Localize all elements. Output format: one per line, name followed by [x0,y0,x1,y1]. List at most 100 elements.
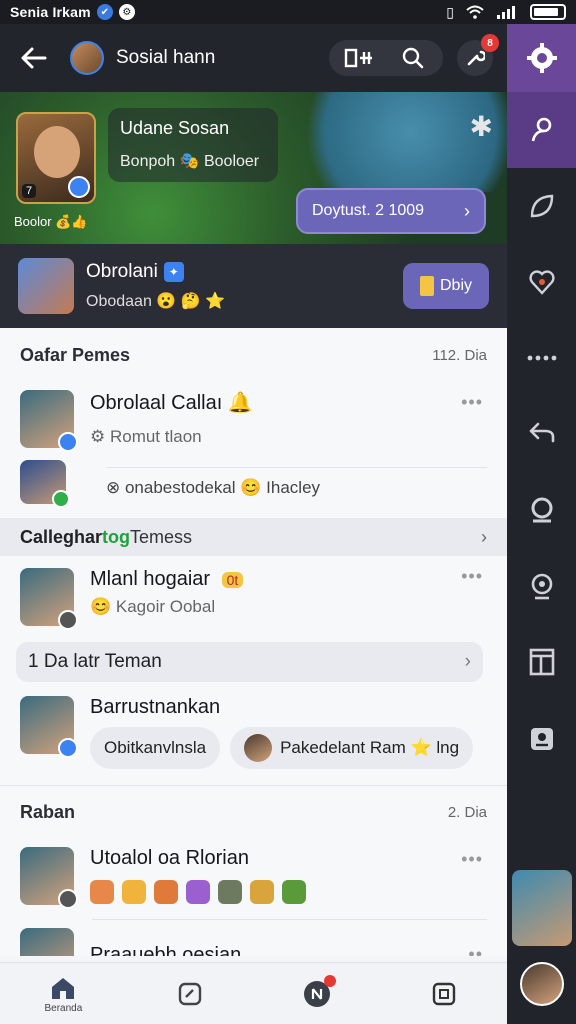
hero-card-title: Udane Sosan [120,118,230,138]
page-title: Sosial hann [116,47,216,68]
rail-leaf[interactable] [507,168,576,244]
list-item-body: Obrolaal Callaı 🔔 ⚙ Romut tlaon [90,390,487,447]
avatar [244,734,273,762]
avatar [20,568,78,630]
more-options-icon[interactable]: ••• [461,392,483,413]
avatar [20,696,78,758]
more-options-icon[interactable]: ••• [461,566,483,587]
hero-banner[interactable]: 7 Udane Sosan Bonpoh 🎭 Booloer ✱ Boolor … [0,92,507,244]
list-item-name: Utoalol oa Rlorian [90,847,249,869]
category-bar[interactable]: Calleghar tog Temess › [0,518,507,556]
rail-more[interactable] [507,320,576,396]
list-item-body: Mlanl hogaiar 0t 😊 Kagoir Oobal [90,568,487,617]
list-item[interactable]: Praauebh oesian •• [0,920,507,956]
group-subtitle: Obodaan 😮 🤔 ⭐ [86,293,225,310]
reaction-icon [186,880,210,904]
messenger-badge [58,738,78,758]
thread-reply[interactable]: ⊗ onabestodekal 😊 Ihacley [0,456,507,514]
wrench-icon [467,50,485,66]
avatar[interactable] [70,41,104,75]
hero-card-subtitle: Bonpoh 🎭 Booloer [120,153,260,170]
reaction-icon [122,880,146,904]
header: Sosial hann 8 [0,24,507,92]
tab-edit[interactable] [160,979,220,1009]
list-item-name: Mlanl hogaiar [90,568,211,590]
group-thumbnail [18,258,74,314]
chat-icon [302,974,336,1009]
chip-label: Pakedelant Ram ⭐ lng [280,738,460,757]
group-name-row: Obrolani ✦ [86,261,225,283]
group-name: Obrolani [86,261,158,282]
list-item[interactable]: Barrustnankan Obitkanvlnsla Pakedelant R… [0,688,507,777]
wifi-icon [466,5,484,19]
list-item[interactable]: Mlanl hogaiar 0t 😊 Kagoir Oobal ••• [0,556,507,634]
rail-settings[interactable] [507,24,576,92]
rail-lock[interactable] [507,700,576,776]
tab-screen[interactable] [414,979,474,1009]
search-icon[interactable] [389,42,437,74]
reply-icon [529,422,554,443]
tab-home[interactable]: Beranda [33,973,93,1014]
back-arrow-icon[interactable] [14,38,54,78]
web-icon[interactable]: ✱ [470,110,493,143]
lock-icon [530,728,553,750]
signal-icon [497,6,515,19]
section-meta: 112. Dia [432,346,487,364]
settings-icon [526,43,557,73]
rail-profile-thumbnail[interactable] [511,870,572,946]
header-actions [329,40,443,76]
category-label-rest: Temess [130,526,193,547]
group-text: Obrolani ✦ Obodaan 😮 🤔 ⭐ [86,261,225,311]
chevron-right-icon: › [481,526,487,547]
list-item-name: Praauebh oesian [90,944,242,956]
rail-people[interactable] [507,92,576,168]
rail-heart[interactable] [507,244,576,320]
rail-camera[interactable] [507,548,576,624]
online-status-badge [52,490,70,508]
hero-pill-button[interactable]: Doytust. 2 1009 › [296,188,486,234]
chip[interactable]: Obitkanvlnsla [90,727,221,769]
category-label: Calleghar [20,526,103,547]
friends-shortcut[interactable]: 1 Da latr Teman › [16,642,483,682]
tab-bar: Beranda [0,962,507,1024]
hero-card[interactable]: Udane Sosan Bonpoh 🎭 Booloer [108,108,278,182]
reaction-icon [90,880,114,904]
chip[interactable]: Pakedelant Ram ⭐ lng [230,727,474,769]
hero-thumbnail[interactable]: 7 [16,112,96,204]
rail-layout[interactable] [507,624,576,700]
rail-group[interactable] [507,472,576,548]
tab-chat[interactable] [287,974,347,1009]
star-badge-icon: ✦ [163,262,184,282]
people-icon [531,117,551,142]
rail-reply[interactable] [507,396,576,472]
list-item-name-row: Mlanl hogaiar 0t [90,568,487,591]
notification-button[interactable]: 8 [457,34,499,76]
app-icon: ⚙ [118,4,135,20]
chat-list: Oafar Pemes 112. Dia Obrolaal Callaı 🔔 ⚙… [0,328,507,956]
section-title: Raban [20,802,76,822]
grid-icon[interactable] [335,42,383,74]
category-label-highlight: tog [102,526,131,547]
group-action-button[interactable]: Dbiy [403,263,489,309]
avatar [20,390,78,452]
thread-text: ⊗ onabestodekal 😊 Ihacley [106,466,487,498]
avatar [20,847,78,909]
heart-icon [528,270,555,295]
leaf-icon [530,194,553,218]
tag-badge: 0t [221,572,244,588]
group-bar[interactable]: Obrolani ✦ Obodaan 😮 🤔 ⭐ Dbiy [0,244,507,328]
more-options-icon[interactable]: ••• [461,849,483,870]
section-header: Raban 2. Dia [0,785,507,839]
list-item[interactable]: Utoalol oa Rlorian ••• [0,839,507,913]
status-badge [58,432,78,452]
avatar [20,460,70,508]
avatar[interactable] [519,962,564,1006]
status-title: Senia Irkam [10,4,91,20]
list-item[interactable]: Obrolaal Callaı 🔔 ⚙ Romut tlaon ••• [0,382,507,456]
notification-badge: 8 [481,34,499,52]
verified-icon [68,176,90,198]
more-options-icon[interactable]: •• [468,944,483,956]
main-column: Sosial hann 8 7 Udane Sosan Bonpoh 🎭 Boo… [0,24,507,1024]
reaction-icon [218,880,242,904]
edit-icon [175,979,205,1009]
